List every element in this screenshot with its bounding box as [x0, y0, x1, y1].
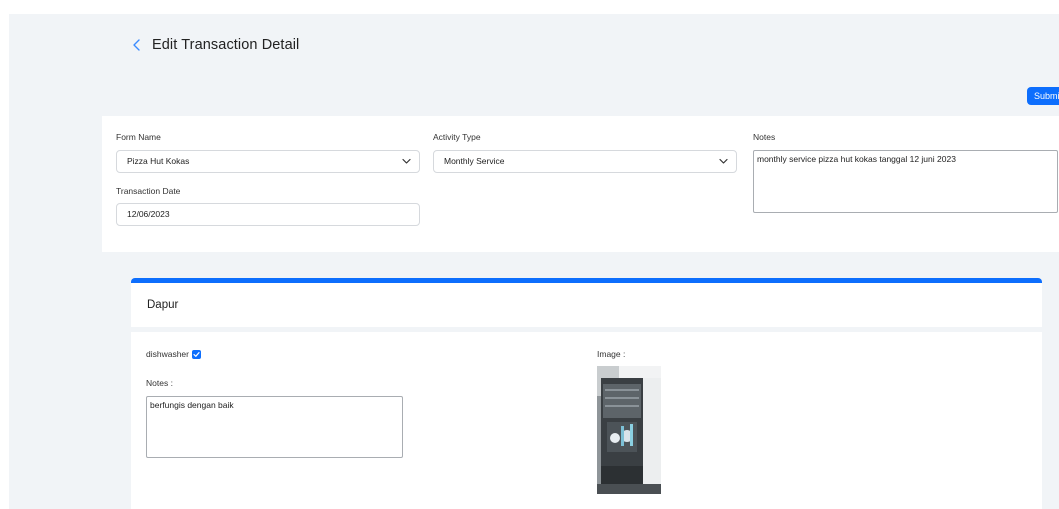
transaction-date-label: Transaction Date	[116, 186, 181, 196]
item-name: dishwasher	[146, 349, 189, 359]
notes-textarea[interactable]: monthly service pizza hut kokas tanggal …	[753, 150, 1058, 213]
check-icon	[193, 351, 200, 357]
form-name-label: Form Name	[116, 132, 161, 142]
item-checkbox[interactable]	[192, 349, 201, 359]
page-title: Edit Transaction Detail	[152, 37, 300, 53]
chevron-down-icon	[719, 158, 728, 164]
form-name-select[interactable]: Pizza Hut Kokas	[116, 150, 420, 173]
section-title: Dapur	[147, 299, 179, 311]
dishwasher-photo[interactable]	[597, 366, 661, 494]
activity-type-value: Monthly Service	[444, 156, 505, 166]
transaction-date-input[interactable]: 12/06/2023	[116, 203, 420, 226]
submit-button[interactable]: Submit	[1027, 87, 1059, 105]
chevron-down-icon	[402, 158, 411, 164]
page-header: Edit Transaction Detail	[127, 35, 299, 55]
activity-type-select[interactable]: Monthly Service	[433, 150, 737, 173]
chevron-left-icon[interactable]	[127, 35, 147, 55]
item-notes-label: Notes :	[146, 378, 173, 388]
activity-type-label: Activity Type	[433, 132, 481, 142]
item-notes-textarea[interactable]: berfungis dengan baik	[146, 396, 403, 458]
inspection-item-card: dishwasher Notes : berfungis dengan baik…	[131, 332, 1042, 509]
transaction-date-value: 12/06/2023	[127, 209, 170, 219]
form-name-value: Pizza Hut Kokas	[127, 156, 190, 166]
item-image-label: Image :	[597, 349, 626, 359]
transaction-form-card: Form Name Pizza Hut Kokas Activity Type …	[102, 116, 1059, 252]
notes-label: Notes	[753, 132, 776, 142]
section-header: Dapur	[131, 278, 1042, 327]
item-checkbox-row: dishwasher	[146, 349, 201, 359]
